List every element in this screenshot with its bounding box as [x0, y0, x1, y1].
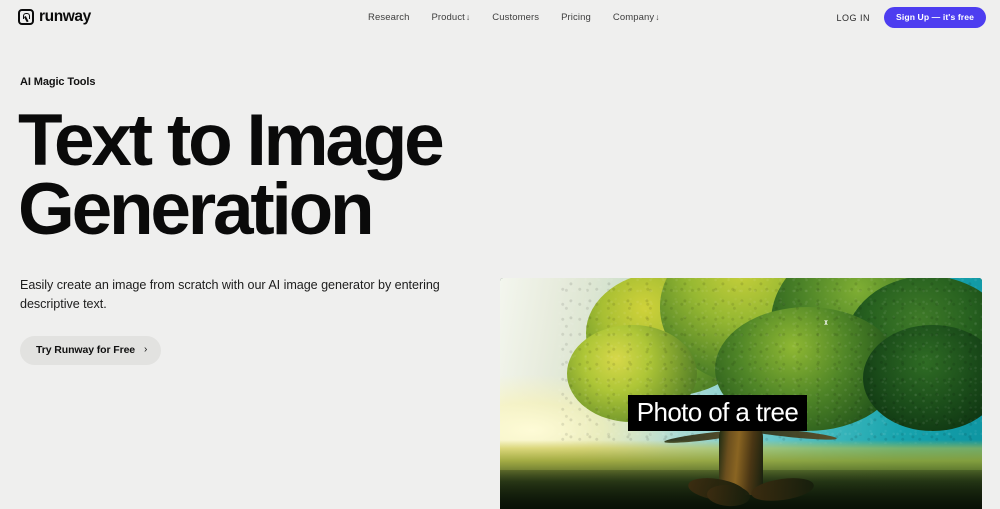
page-root: runway Research Product ↓ Customers Pric… [0, 0, 1000, 509]
try-runway-for-free-button[interactable]: Try Runway for Free › [20, 336, 162, 365]
image-caption-text: Photo of a tree [636, 396, 799, 427]
cta-label: Try Runway for Free [36, 344, 136, 356]
bird-icon [818, 319, 835, 325]
hero-image: Photo of a tree [500, 278, 982, 509]
hero-description: Easily create an image from scratch with… [20, 278, 440, 311]
image-caption-band: Photo of a tree [627, 394, 808, 431]
main-content: AI Magic Tools Text to Image Generation … [0, 0, 1000, 509]
page-title: Text to Image Generation [18, 100, 445, 251]
section-eyebrow: AI Magic Tools [20, 76, 96, 88]
chevron-right-icon: › [144, 344, 148, 355]
